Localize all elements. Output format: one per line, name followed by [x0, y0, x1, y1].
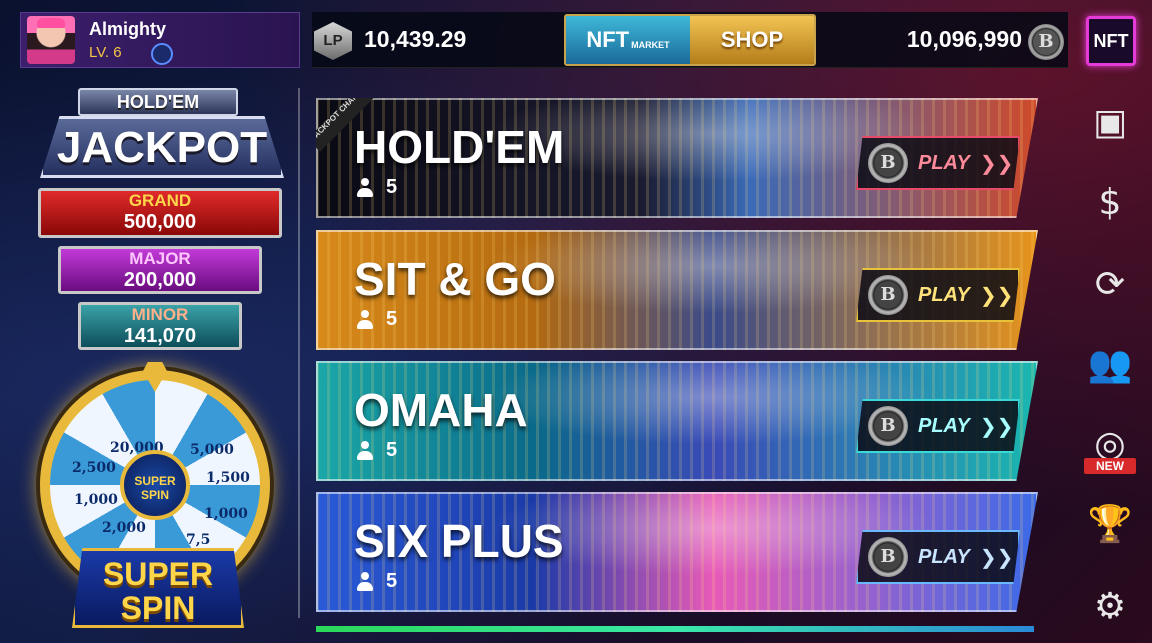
play-button-six-plus[interactable]: B PLAY ❯❯ [856, 530, 1020, 584]
player-count: 5 [356, 176, 397, 199]
player-count-value: 5 [386, 570, 398, 592]
shop-tab[interactable]: SHOP [690, 16, 814, 64]
play-button-holdem[interactable]: B PLAY ❯❯ [856, 136, 1020, 190]
mode-six-plus[interactable]: SIX PLUS 5 B PLAY ❯❯ [316, 492, 1038, 612]
nft-market-tab[interactable]: NFT MARKET [566, 16, 690, 64]
b-coin-icon: B [868, 275, 908, 315]
box-icon[interactable]: ▣ [1084, 96, 1136, 148]
mode-title: OMAHA [354, 384, 528, 436]
wheel-segment: 1,000 [204, 506, 248, 522]
wheel-segment: 2,000 [102, 520, 146, 536]
lp-balance: 10,439.29 [364, 26, 467, 52]
currency-bar: LP 10,439.29 NFT MARKET SHOP 10,096,990 … [312, 12, 1068, 68]
person-icon [356, 309, 374, 330]
player-count: 5 [356, 308, 397, 331]
wheel-segment: 1,000 [74, 492, 118, 508]
jackpot-grand: GRAND 500,000 [38, 188, 282, 238]
mode-title: HOLD'EM [354, 121, 565, 173]
minor-label: MINOR [131, 305, 189, 324]
exchange-icon[interactable]: ⟳ [1084, 258, 1136, 310]
jackpot-header: HOLD'EM [78, 88, 238, 116]
play-arrow-icon: ❯❯ [979, 152, 1014, 175]
player-name: Almighty [89, 19, 167, 39]
wheel-segment: 1,500 [206, 470, 250, 486]
wheel-hub[interactable]: SUPER SPIN [120, 450, 190, 520]
super-spin-button[interactable]: SUPER SPIN [72, 548, 244, 628]
profile-panel[interactable]: Almighty LV. 6 [20, 12, 300, 68]
major-label: MAJOR [129, 249, 191, 268]
play-label: PLAY [918, 414, 970, 437]
player-count-value: 5 [386, 439, 398, 461]
person-icon [356, 177, 374, 198]
mode-title: SIX PLUS [354, 515, 564, 567]
person-icon [356, 571, 374, 592]
player-count: 5 [356, 570, 397, 593]
b-coin-icon: B [868, 406, 908, 446]
next-mode-peek[interactable] [316, 626, 1034, 632]
nft-market-sub: MARKET [631, 40, 670, 50]
divider [298, 88, 300, 618]
mode-holdem[interactable]: JACKPOT CHANCE HOLD'EM 5 B PLAY ❯❯ [316, 98, 1038, 218]
b-coin-icon: B [868, 143, 908, 183]
jackpot-minor: MINOR 141,070 [78, 302, 242, 350]
wheel-segment: 5,000 [190, 442, 234, 458]
nft-shop-toggle[interactable]: NFT MARKET SHOP [564, 14, 816, 66]
mode-omaha[interactable]: OMAHA 5 B PLAY ❯❯ [316, 361, 1038, 481]
major-value: 200,000 [123, 269, 197, 291]
nft-button[interactable]: NFT [1086, 16, 1136, 66]
player-count-value: 5 [386, 176, 398, 198]
play-arrow-icon: ❯❯ [979, 284, 1014, 307]
person-icon [356, 440, 374, 461]
wheel-segment: 7,5 [186, 532, 211, 548]
play-label: PLAY [918, 545, 970, 568]
new-badge: NEW [1084, 458, 1136, 474]
b-coin-icon: B [868, 537, 908, 577]
nft-market-label: NFT [586, 27, 630, 52]
coin-balance: 10,096,990 [906, 26, 1022, 52]
play-label: PLAY [918, 283, 970, 306]
wheel-segment: 2,500 [72, 460, 116, 476]
minor-value: 141,070 [123, 325, 197, 347]
mode-sit-and-go[interactable]: SIT & GO 5 B PLAY ❯❯ [316, 230, 1038, 350]
play-button-omaha[interactable]: B PLAY ❯❯ [856, 399, 1020, 453]
grand-label: GRAND [128, 191, 192, 210]
jackpot-major: MAJOR 200,000 [58, 246, 262, 294]
rank-badge-icon [151, 43, 173, 65]
cash-hand-icon[interactable]: $ [1084, 176, 1136, 228]
trophy-icon[interactable]: 🏆 [1084, 498, 1136, 550]
mode-title: SIT & GO [354, 253, 556, 305]
friends-icon[interactable]: 👥 [1084, 338, 1136, 390]
player-count-value: 5 [386, 308, 398, 330]
play-arrow-icon: ❯❯ [979, 546, 1014, 569]
b-coin-icon: B [1028, 24, 1064, 60]
play-button-sit-and-go[interactable]: B PLAY ❯❯ [856, 268, 1020, 322]
avatar[interactable] [27, 16, 75, 64]
jackpot-title: JACKPOT [40, 116, 284, 178]
gear-icon[interactable]: ⚙ [1084, 580, 1136, 632]
player-count: 5 [356, 439, 397, 462]
play-label: PLAY [918, 151, 970, 174]
play-arrow-icon: ❯❯ [979, 415, 1014, 438]
lp-icon: LP [314, 22, 352, 60]
grand-value: 500,000 [123, 211, 197, 233]
